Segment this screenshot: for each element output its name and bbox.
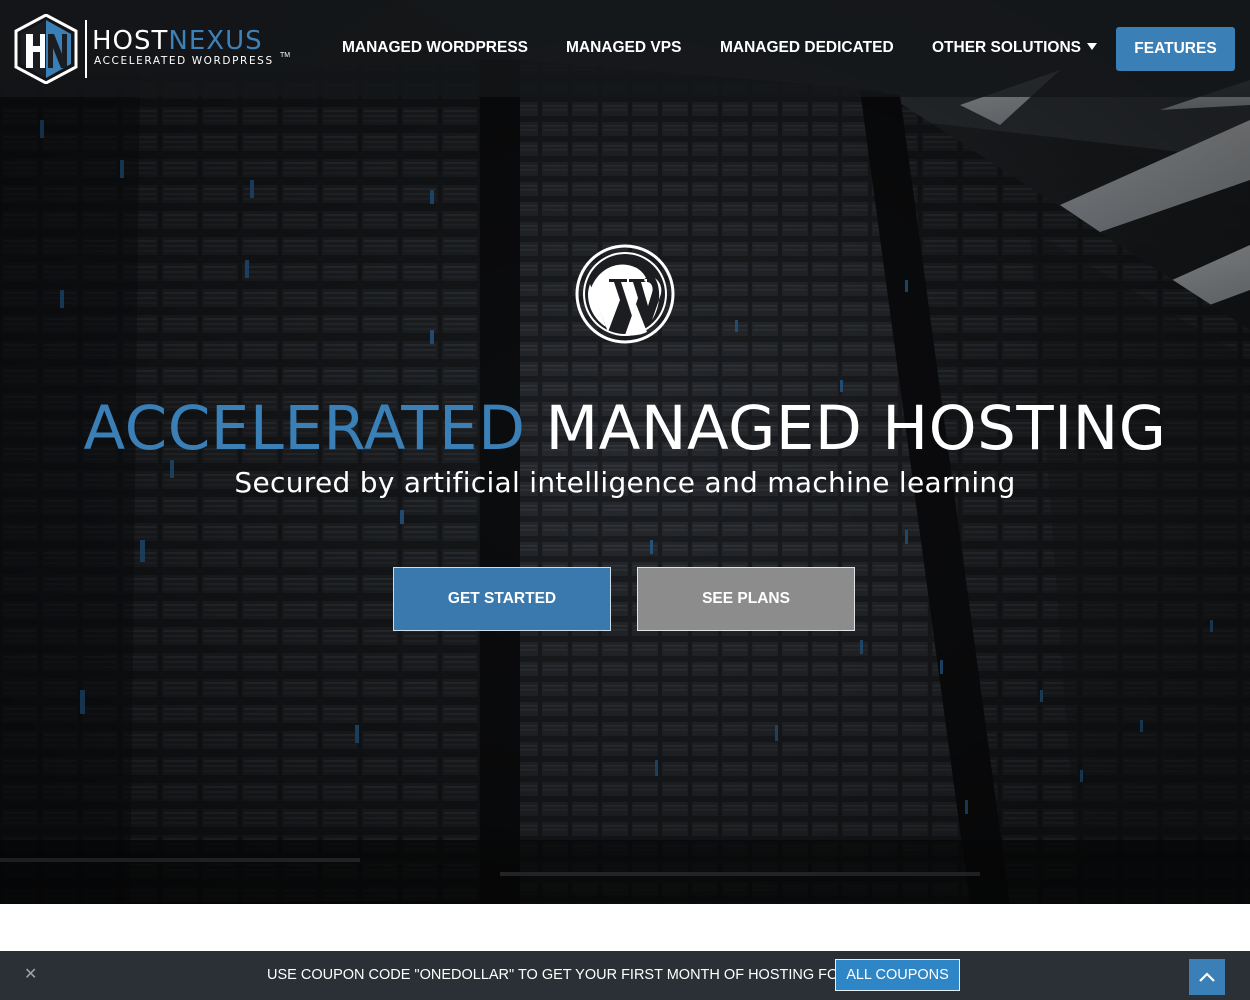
coupon-text: USE COUPON CODE "ONEDOLLAR" TO GET YOUR … — [267, 967, 873, 983]
logo-divider — [85, 20, 87, 78]
site-header: HOSTNEXUS ACCELERATED WORDPRESS TM MANAG… — [0, 0, 1250, 97]
caret-down-icon — [1086, 43, 1097, 50]
hero-headline: ACCELERATED MANAGED HOSTING — [0, 393, 1250, 464]
scroll-to-top-button[interactable] — [1189, 959, 1225, 995]
trademark-mark: TM — [280, 52, 291, 59]
wordpress-logo-icon — [575, 244, 675, 344]
coupon-bar: ✕ USE COUPON CODE "ONEDOLLAR" TO GET YOU… — [0, 951, 1250, 1000]
brand-tagline: ACCELERATED WORDPRESS — [94, 55, 274, 67]
headline-rest: MANAGED HOSTING — [545, 393, 1167, 464]
brand-name: HOSTNEXUS — [92, 26, 263, 56]
brand-name-part2: NEXUS — [168, 26, 263, 56]
chevron-up-icon — [1199, 972, 1215, 982]
site-logo[interactable]: HOSTNEXUS ACCELERATED WORDPRESS TM — [14, 14, 294, 84]
hero-subheadline: Secured by artificial intelligence and m… — [234, 466, 1016, 499]
headline-accent: ACCELERATED — [83, 393, 526, 464]
nav-managed-wordpress[interactable]: MANAGED WORDPRESS — [342, 39, 528, 57]
features-button[interactable]: FEATURES — [1116, 27, 1235, 71]
nav-other-solutions-label: OTHER SOLUTIONS — [932, 39, 1081, 56]
get-started-button[interactable]: GET STARTED — [393, 567, 611, 631]
nav-managed-vps[interactable]: MANAGED VPS — [566, 39, 681, 57]
hero-section: ACCELERATED MANAGED HOSTING Secured by a… — [0, 0, 1250, 904]
brand-name-part1: HOST — [92, 26, 169, 56]
close-icon[interactable]: ✕ — [24, 964, 37, 984]
nav-other-solutions[interactable]: OTHER SOLUTIONS — [932, 39, 1097, 57]
nav-managed-dedicated[interactable]: MANAGED DEDICATED — [720, 39, 894, 57]
all-coupons-button[interactable]: ALL COUPONS — [835, 959, 960, 991]
see-plans-button[interactable]: SEE PLANS — [637, 567, 855, 631]
hn-logo-icon — [14, 14, 78, 84]
